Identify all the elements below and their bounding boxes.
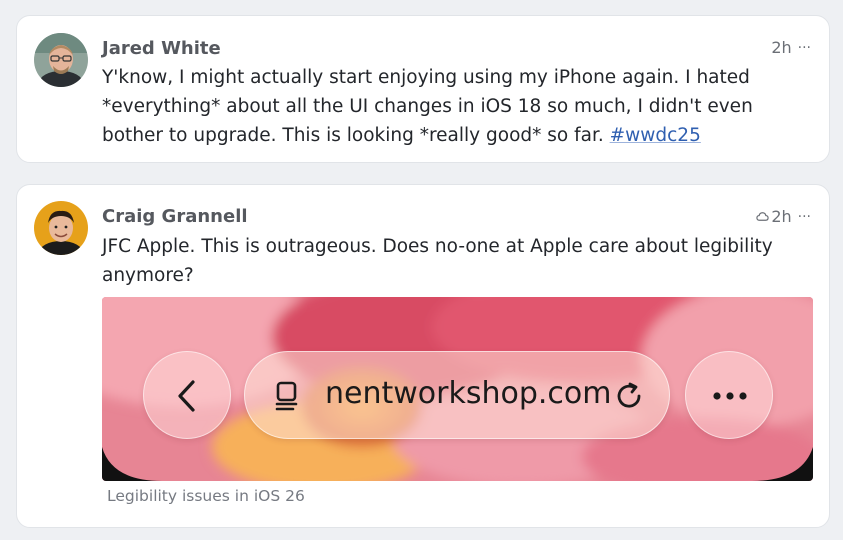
post-text: Y'know, I might actually start enjoying … [102,63,811,150]
more-options-button[interactable]: ··· [798,209,811,225]
url-text: nentworkshop.com [325,376,612,411]
reader-icon [275,381,298,411]
more-button[interactable] [685,351,773,439]
back-chevron-icon [178,380,195,412]
timestamp[interactable]: 2h [771,207,791,226]
more-dots-icon [713,392,747,400]
post-meta: 2h ··· [756,207,811,226]
address-bar[interactable]: nentworkshop.com [244,351,670,439]
author-name[interactable]: Craig Grannell [102,206,248,227]
image-caption: Legibility issues in iOS 26 [107,487,305,505]
more-options-button[interactable]: ··· [798,40,811,56]
post-card: Jared White 2h ··· Y'know, I might actua… [16,15,830,163]
hashtag-link[interactable]: #wwdc25 [610,125,701,146]
back-button[interactable] [143,351,231,439]
avatar[interactable] [34,201,88,255]
post-text: JFC Apple. This is outrageous. Does no-o… [102,236,773,286]
cloud-edited-icon [756,212,769,221]
post-image[interactable]: nentworkshop.com [102,297,813,481]
post-card: Craig Grannell 2h ··· JFC Apple. This is… [16,184,830,528]
timestamp[interactable]: 2h [771,38,791,57]
reload-icon[interactable] [611,376,651,416]
post-meta: 2h ··· [771,38,811,57]
avatar[interactable] [34,33,88,87]
author-name[interactable]: Jared White [102,38,221,59]
